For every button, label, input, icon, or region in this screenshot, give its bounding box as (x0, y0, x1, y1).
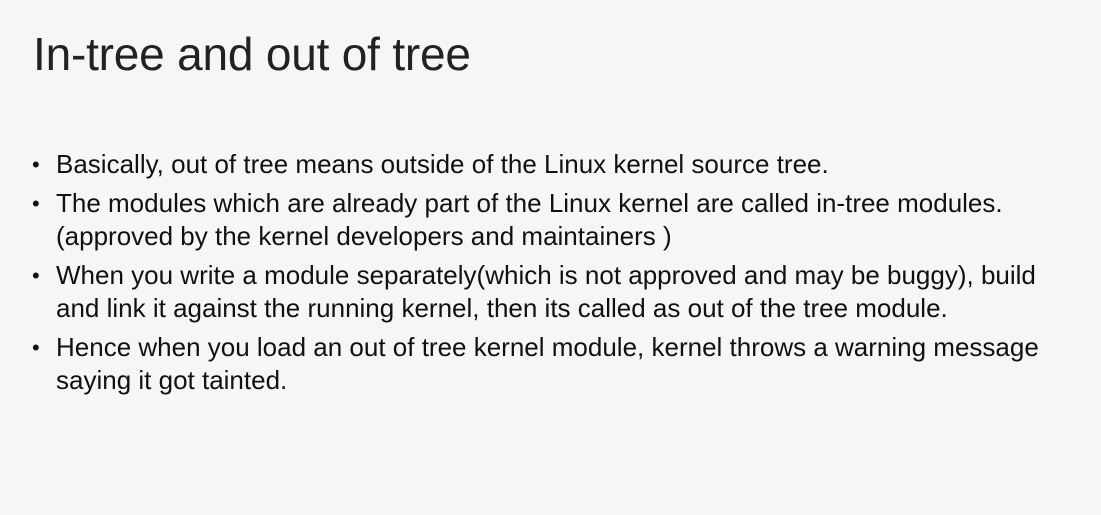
bullet-text: Basically, out of tree means outside of … (56, 149, 829, 179)
bullet-item: • When you write a module separately(whi… (32, 259, 1072, 325)
bullet-icon: • (32, 152, 40, 177)
bullet-item: • Hence when you load an out of tree ker… (32, 331, 1072, 397)
bullet-list: • Basically, out of tree means outside o… (32, 148, 1072, 403)
bullet-item: • Basically, out of tree means outside o… (32, 148, 1072, 181)
bullet-icon: • (32, 191, 40, 216)
bullet-text: When you write a module separately(which… (56, 260, 1036, 323)
bullet-icon: • (32, 263, 40, 288)
bullet-text: The modules which are already part of th… (56, 188, 1003, 251)
bullet-icon: • (32, 335, 40, 360)
slide: In-tree and out of tree • Basically, out… (0, 0, 1101, 515)
bullet-item: • The modules which are already part of … (32, 187, 1072, 253)
slide-title: In-tree and out of tree (33, 28, 471, 80)
bullet-text: Hence when you load an out of tree kerne… (56, 332, 1039, 395)
